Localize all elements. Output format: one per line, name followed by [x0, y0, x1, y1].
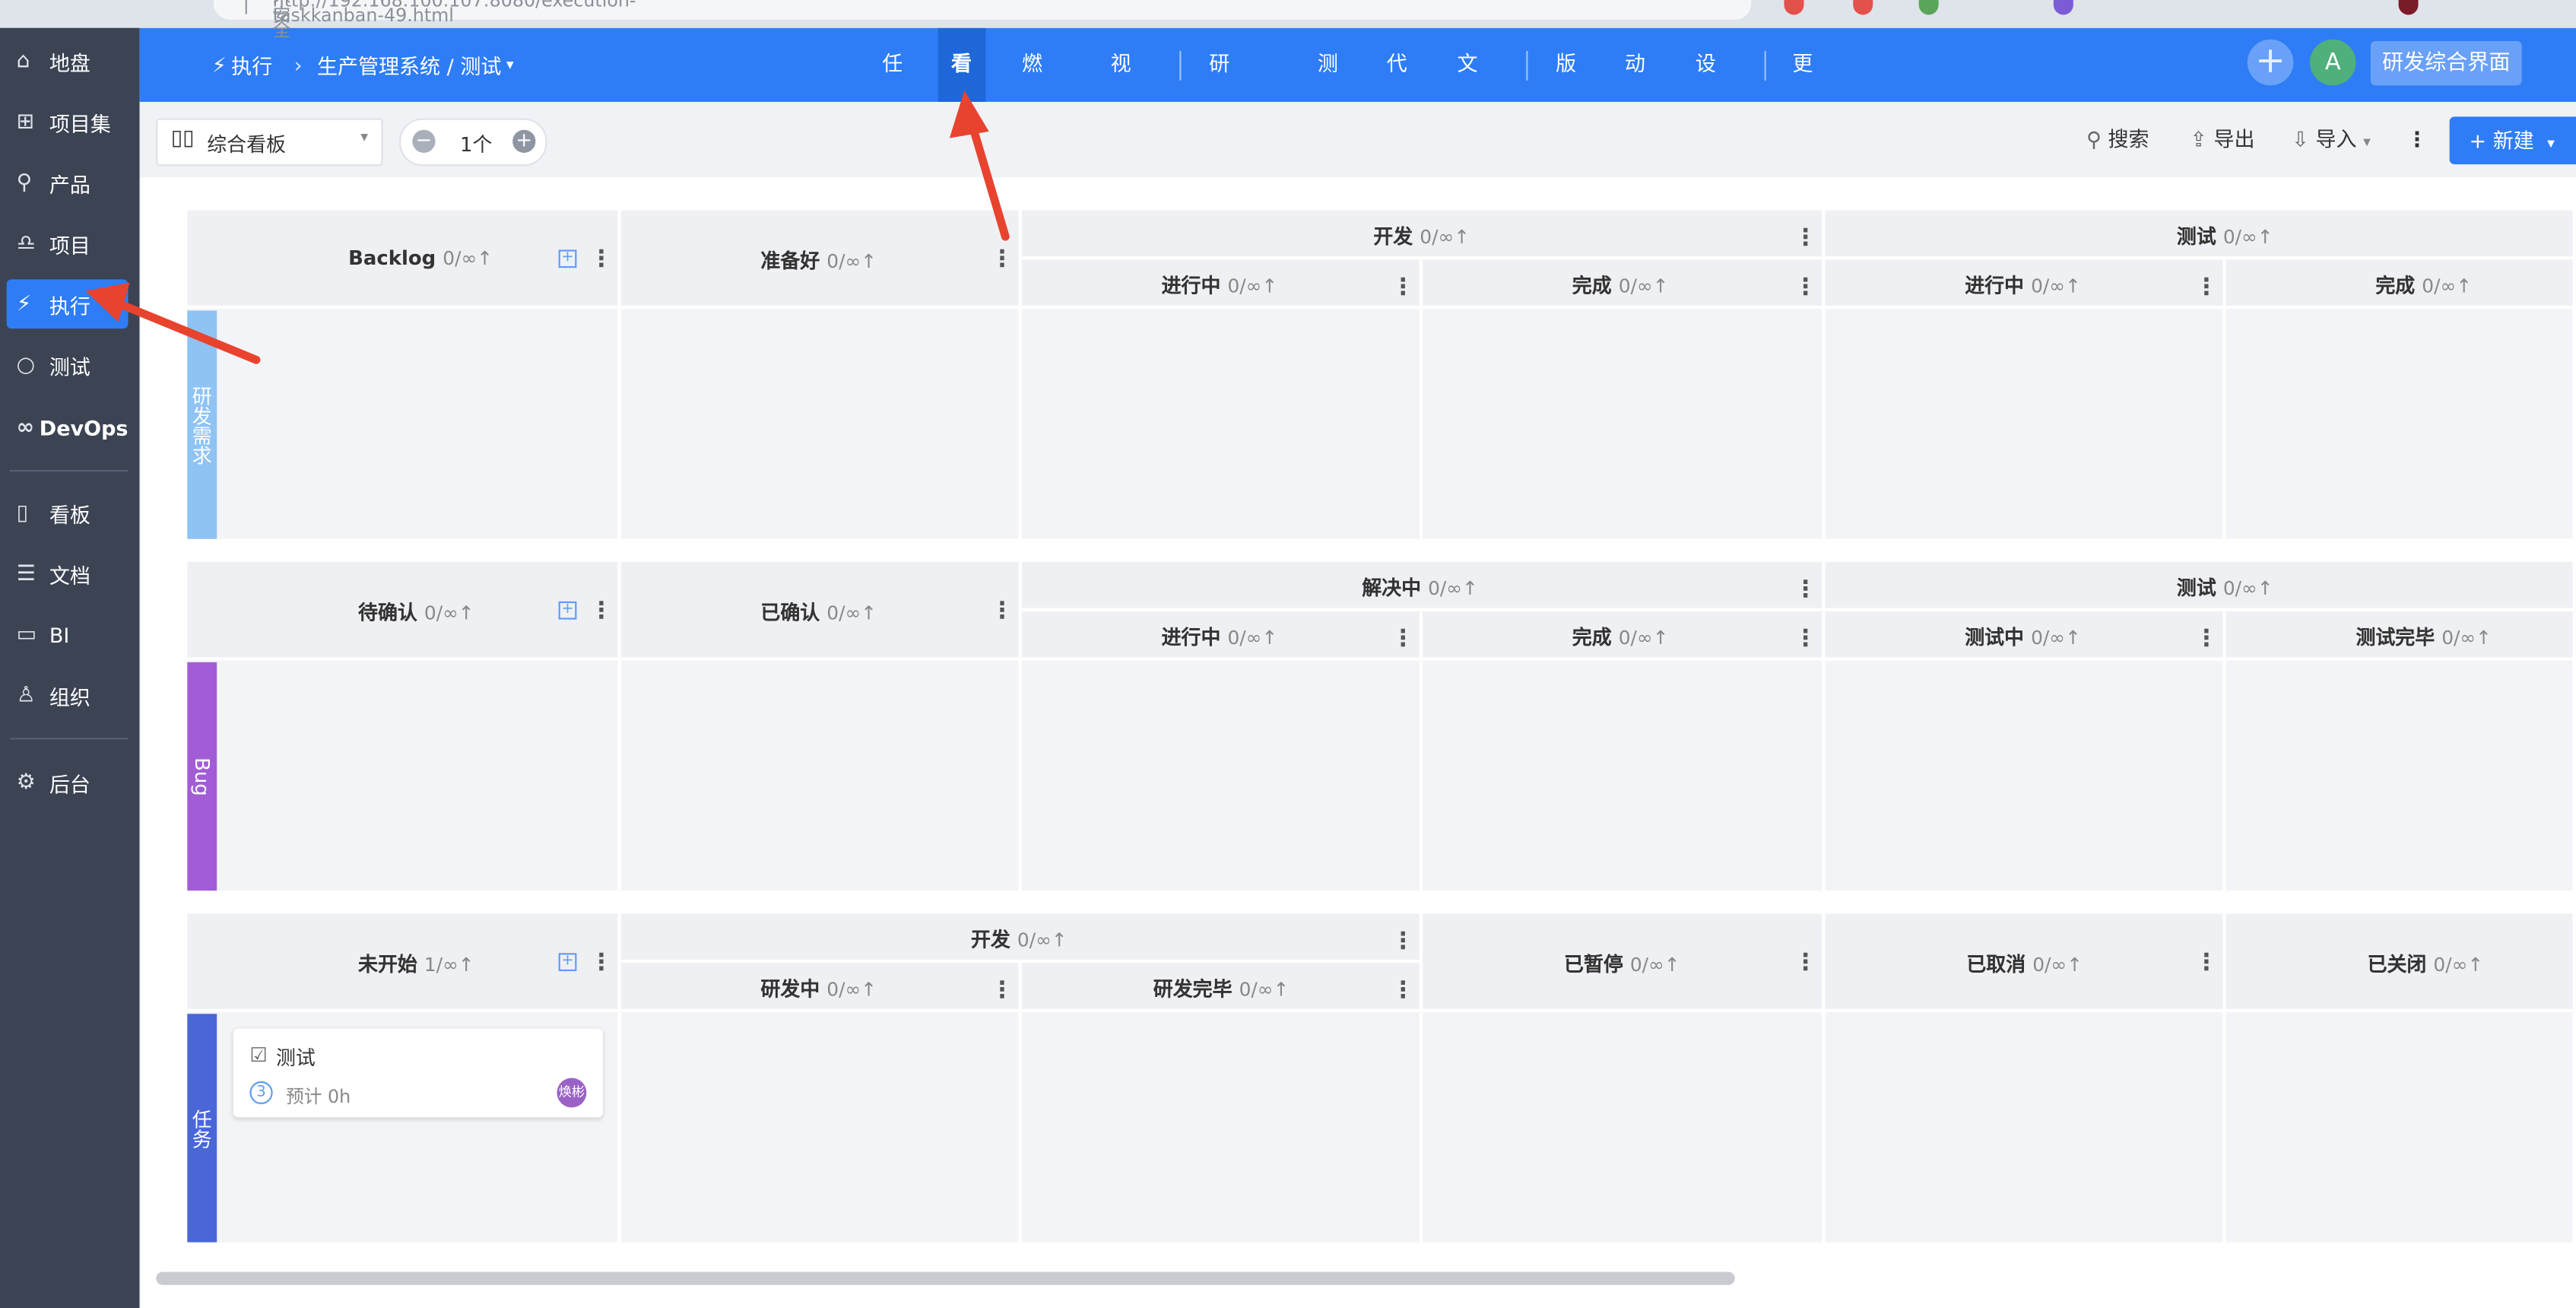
app-window: 不安全 | http://192.168.100.107:8080/execut…	[0, 0, 2576, 1308]
annotation-arrows	[85, 90, 1010, 364]
